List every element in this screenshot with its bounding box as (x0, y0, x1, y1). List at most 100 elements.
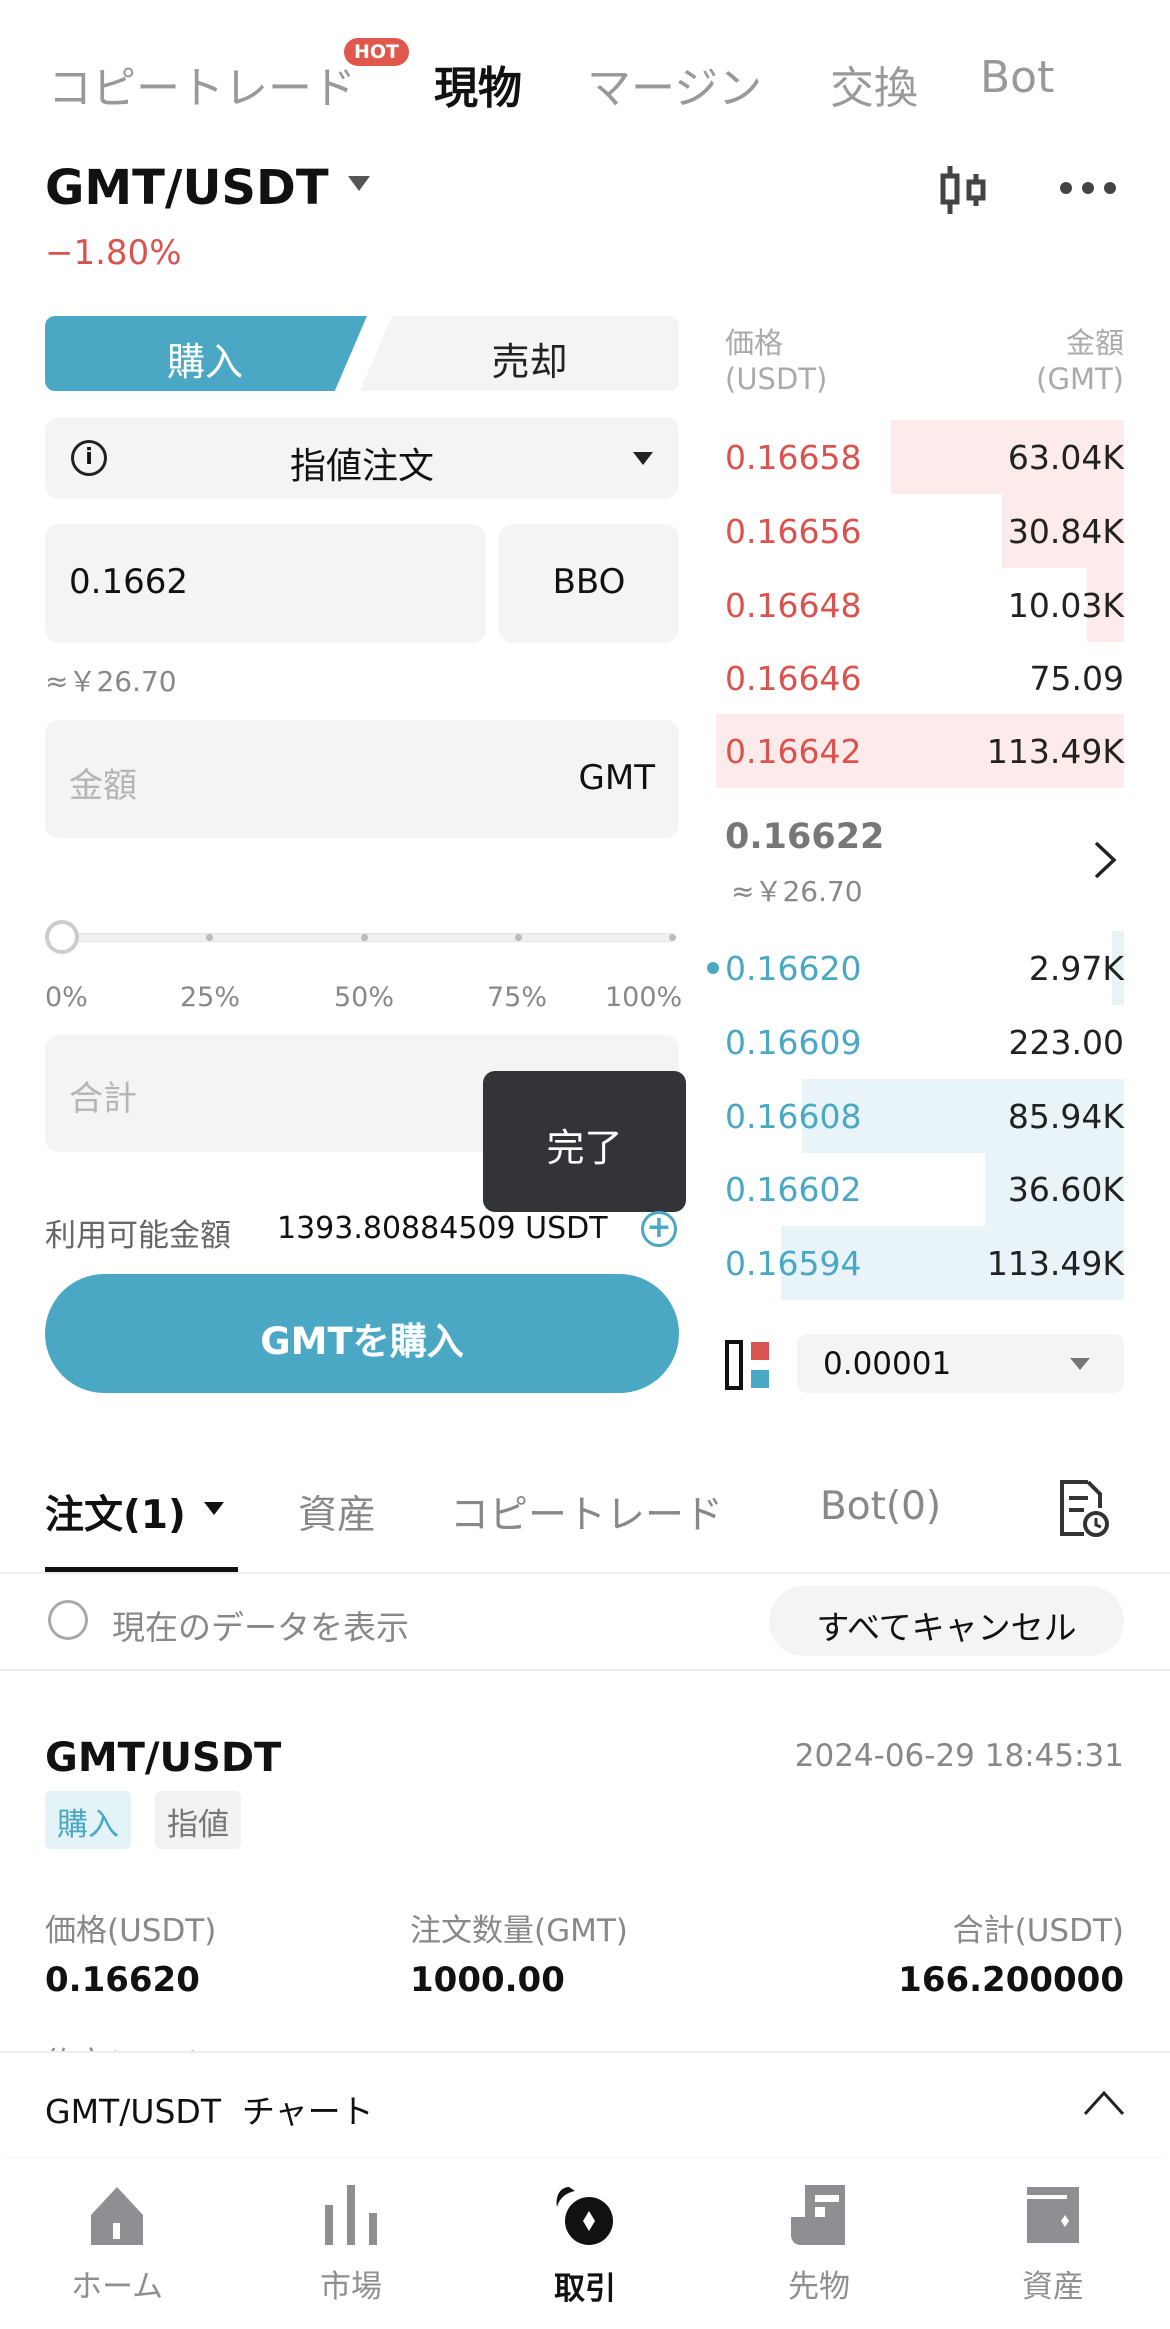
tab-copy-trade-orders[interactable]: コピートレード (450, 1484, 723, 1540)
bbo-button[interactable]: BBO (499, 524, 679, 643)
wallet-icon (1027, 2187, 1079, 2243)
precision-select[interactable]: 0.00001 (797, 1334, 1124, 1393)
order-type-label: 指値注文 (289, 446, 434, 487)
nav-futures[interactable]: 先物 (702, 2185, 936, 2306)
ob-price-header: 価格 (725, 326, 784, 360)
ask-qty: 113.49K (986, 732, 1124, 771)
slider-label: 100% (605, 982, 683, 1013)
orderbook-layout-icon[interactable] (725, 1340, 773, 1390)
order-time: 2024-06-29 18:45:31 (794, 1738, 1124, 1774)
bid-price: 0.16620 (725, 949, 862, 988)
mid-price-fiat: ≈￥26.70 (731, 875, 863, 908)
bid-row[interactable]: 0.16594 113.49K (716, 1226, 1124, 1300)
market-icon (325, 2185, 377, 2245)
mid-price: 0.16622 (725, 817, 885, 857)
buy-submit-button[interactable]: GMTを購入 (45, 1274, 679, 1393)
nav-label: ホーム (70, 2269, 164, 2305)
nav-assets[interactable]: 資産 (936, 2185, 1170, 2306)
tab-spot[interactable]: 現物 (434, 52, 522, 116)
nav-label: 先物 (788, 2269, 850, 2305)
ask-price: 0.16656 (725, 512, 862, 551)
tab-bot-orders[interactable]: Bot(0) (820, 1484, 941, 1529)
ask-row[interactable]: 0.16658 63.04K (716, 420, 1124, 494)
my-order-marker-icon (707, 962, 719, 974)
ask-qty: 75.09 (1029, 659, 1124, 698)
price-fiat: ≈￥26.70 (45, 665, 177, 698)
order-type-select[interactable]: i 指値注文 (45, 417, 679, 499)
cancel-all-button[interactable]: すべてキャンセル (769, 1586, 1124, 1656)
bid-row[interactable]: 0.16620 2.97K (716, 931, 1124, 1005)
tab-orders[interactable]: 注文(1) (45, 1484, 186, 1540)
tab-exchange[interactable]: 交換 (830, 52, 918, 116)
available-label: 利用可能金額 (45, 1218, 231, 1254)
pair-selector[interactable]: GMT/USDT (45, 160, 329, 216)
more-icon[interactable] (1058, 176, 1118, 200)
bid-qty: 2.97K (1028, 949, 1124, 988)
slider-tick (206, 934, 213, 941)
done-tooltip[interactable]: 完了 (483, 1071, 686, 1212)
nav-trade[interactable]: 取引 (468, 2185, 702, 2308)
ask-price: 0.16648 (725, 586, 862, 625)
bid-price: 0.16602 (725, 1170, 862, 1209)
ask-row[interactable]: 0.16646 75.09 (716, 641, 1124, 715)
bid-price: 0.16594 (725, 1244, 862, 1283)
amount-placeholder: 金額 (69, 766, 137, 806)
order-qty-label: 注文数量(GMT) (410, 1913, 628, 1949)
slider-label: 75% (487, 982, 548, 1013)
trade-icon (556, 2187, 613, 2245)
bid-qty: 113.49K (986, 1244, 1124, 1283)
nav-label: 資産 (1022, 2269, 1084, 2305)
amount-unit: GMT (578, 758, 655, 798)
tab-bot[interactable]: Bot (980, 52, 1054, 103)
tab-assets[interactable]: 資産 (298, 1484, 376, 1540)
order-symbol: GMT/USDT (45, 1735, 282, 1781)
ask-price: 0.16642 (725, 732, 862, 771)
tab-copy-trade[interactable]: コピートレード (48, 52, 356, 116)
buy-tab-label: 購入 (166, 340, 243, 384)
home-icon (91, 2187, 143, 2245)
ask-qty: 63.04K (1007, 438, 1124, 477)
ask-row[interactable]: 0.16642 113.49K (716, 714, 1124, 788)
available-value: 1393.80884509 USDT (277, 1211, 608, 1246)
nav-label: 取引 (554, 2271, 616, 2307)
ask-row[interactable]: 0.16648 10.03K (716, 568, 1124, 642)
order-total: 166.200000 (898, 1960, 1124, 2000)
bid-row[interactable]: 0.16609 223.00 (716, 1005, 1124, 1079)
caret-down-icon[interactable] (204, 1502, 224, 1515)
order-history-icon[interactable] (1056, 1478, 1112, 1538)
nav-home[interactable]: ホーム (0, 2185, 234, 2306)
hot-badge: HOT (344, 38, 410, 66)
slider-handle[interactable] (45, 920, 79, 954)
bid-qty: 85.94K (1007, 1097, 1124, 1136)
slider-tick (515, 934, 522, 941)
type-tag: 指値 (155, 1791, 241, 1849)
ask-row[interactable]: 0.16656 30.84K (716, 494, 1124, 568)
price-input[interactable]: 0.1662 (45, 524, 486, 643)
add-funds-icon[interactable]: + (641, 1211, 677, 1247)
show-current-checkbox[interactable] (48, 1600, 88, 1640)
futures-icon (791, 2185, 845, 2245)
ob-price-unit: (USDT) (725, 362, 828, 396)
amount-input[interactable]: 金額 GMT (45, 720, 679, 838)
order-total-label: 合計(USDT) (952, 1913, 1124, 1949)
chevron-right-icon[interactable] (1092, 840, 1118, 880)
bid-price: 0.16608 (725, 1097, 862, 1136)
order-qty: 1000.00 (410, 1960, 565, 2000)
chevron-up-icon[interactable] (1082, 2089, 1126, 2117)
price-value: 0.1662 (69, 562, 188, 602)
ask-qty: 30.84K (1007, 512, 1124, 551)
chart-drawer[interactable]: GMT/USDT チャート (0, 2051, 1170, 2157)
candlestick-icon[interactable] (938, 164, 990, 216)
order-price-label: 価格(USDT) (45, 1913, 217, 1949)
bid-row[interactable]: 0.16602 36.60K (716, 1152, 1124, 1226)
slider-label: 25% (180, 982, 241, 1013)
bid-qty: 36.60K (1007, 1170, 1124, 1209)
ask-qty: 10.03K (1007, 586, 1124, 625)
caret-down-icon[interactable] (348, 176, 370, 191)
tab-margin[interactable]: マージン (587, 52, 762, 116)
nav-market[interactable]: 市場 (234, 2185, 468, 2306)
caret-down-icon (633, 452, 653, 465)
nav-label: 市場 (320, 2269, 382, 2305)
sell-tab-label: 売却 (491, 340, 568, 384)
bid-row[interactable]: 0.16608 85.94K (716, 1079, 1124, 1153)
